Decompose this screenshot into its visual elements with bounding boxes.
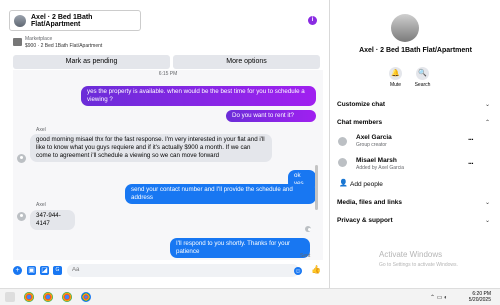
image-icon[interactable]: ▣ bbox=[27, 266, 36, 275]
gif-icon[interactable]: G bbox=[53, 266, 62, 275]
chat-members-header[interactable]: Chat members bbox=[337, 119, 382, 126]
start-icon[interactable] bbox=[5, 292, 15, 302]
add-people-icon[interactable]: 👤 bbox=[339, 179, 348, 187]
add-icon[interactable]: + bbox=[13, 266, 22, 275]
screen: Axel · 2 Bed 1Bath Flat/Apartment i Mark… bbox=[0, 0, 500, 305]
sender-avatar bbox=[17, 154, 26, 163]
mark-as-pending-button[interactable]: Mark as pending bbox=[13, 55, 170, 69]
chevron-down-icon: ⌄ bbox=[484, 218, 490, 224]
sticker-icon[interactable]: ◪ bbox=[40, 266, 49, 275]
emoji-icon[interactable]: ☺ bbox=[294, 267, 302, 275]
message-outgoing: Do you want to rent it? bbox=[226, 110, 316, 122]
message-status: Sent bbox=[300, 253, 311, 259]
privacy-support[interactable]: Privacy & support bbox=[337, 217, 393, 224]
message-outgoing: send your contact number and I'll provid… bbox=[125, 184, 316, 204]
chevron-down-icon: ⌄ bbox=[484, 102, 490, 108]
member-role: Added by Axel Garcia bbox=[356, 165, 405, 171]
member-avatar bbox=[338, 158, 347, 167]
thread-timestamp: 6:15 PM bbox=[158, 71, 178, 77]
sender-name: Axel bbox=[36, 202, 46, 208]
chat-avatar bbox=[14, 14, 26, 27]
message-thread[interactable]: 6:15 PM yes the property is available. w… bbox=[13, 70, 323, 260]
media-files-links[interactable]: Media, files and links bbox=[337, 199, 402, 206]
taskbar: ⌃ ▭ ◐ 6:20 PM 5/20/2025 bbox=[0, 288, 500, 305]
listing-thumbnail bbox=[13, 38, 22, 46]
message-incoming: 347-944-4147 bbox=[30, 210, 75, 230]
message-incoming: good morning misael thx for the fast res… bbox=[30, 134, 272, 162]
conversation-name: Axel · 2 Bed 1Bath Flat/Apartment bbox=[359, 47, 472, 54]
chrome-icon[interactable] bbox=[81, 292, 91, 302]
activate-windows-watermark: Activate Windows Go to Settings to activ… bbox=[379, 250, 458, 270]
member-role: Group creator bbox=[356, 142, 387, 148]
message-outgoing: yes the property is available. when woul… bbox=[81, 86, 316, 106]
search-icon[interactable]: 🔍 bbox=[416, 67, 429, 80]
mute-label: Mute bbox=[389, 82, 402, 88]
chevron-down-icon: ⌄ bbox=[484, 200, 490, 206]
search-label: Search bbox=[414, 82, 431, 88]
sender-name: Axel bbox=[36, 127, 46, 133]
like-icon[interactable]: 👍 bbox=[311, 265, 321, 274]
details-panel: Axel · 2 Bed 1Bath Flat/Apartment 🔔 Mute… bbox=[331, 0, 500, 288]
member-name[interactable]: Axel Garcia bbox=[356, 134, 392, 141]
chat-title: Axel · 2 Bed 1Bath Flat/Apartment bbox=[31, 13, 93, 28]
tray-icons[interactable]: ⌃ ▭ ◐ bbox=[430, 294, 448, 301]
chat-header[interactable]: Axel · 2 Bed 1Bath Flat/Apartment bbox=[9, 10, 141, 31]
add-people[interactable]: Add people bbox=[350, 181, 383, 188]
clock[interactable]: 6:20 PM 5/20/2025 bbox=[469, 291, 491, 303]
message-input[interactable] bbox=[67, 264, 299, 277]
seen-indicator-icon bbox=[305, 226, 311, 232]
more-icon[interactable]: ··· bbox=[468, 135, 474, 144]
chevron-up-icon: ⌃ bbox=[484, 120, 490, 126]
more-options-button[interactable]: More options bbox=[173, 55, 320, 69]
watermark-subtitle: Go to Settings to activate Windows. bbox=[379, 262, 458, 268]
info-icon[interactable]: i bbox=[308, 16, 317, 25]
customize-chat[interactable]: Customize chat bbox=[337, 101, 385, 108]
composer: + ▣ ◪ G ☺ 👍 bbox=[10, 261, 328, 281]
chrome-icon[interactable] bbox=[62, 292, 72, 302]
chat-panel: Axel · 2 Bed 1Bath Flat/Apartment i Mark… bbox=[0, 0, 330, 288]
sender-avatar bbox=[17, 212, 26, 221]
more-icon[interactable]: ··· bbox=[468, 159, 474, 168]
conversation-avatar bbox=[391, 14, 419, 42]
chrome-icon[interactable] bbox=[24, 292, 34, 302]
watermark-title: Activate Windows bbox=[379, 250, 443, 259]
chrome-icon[interactable] bbox=[43, 292, 53, 302]
listing-title: $900 · 2 Bed 1Bath Flat/Apartment bbox=[25, 42, 103, 49]
mute-icon[interactable]: 🔔 bbox=[389, 67, 402, 80]
marketplace-listing[interactable]: Marketplace $900 · 2 Bed 1Bath Flat/Apar… bbox=[13, 36, 102, 49]
member-avatar bbox=[338, 137, 347, 146]
message-outgoing: I'll respond to you shortly. Thanks for … bbox=[170, 238, 310, 258]
clock-date: 5/20/2025 bbox=[468, 297, 491, 303]
thread-scrollbar[interactable] bbox=[315, 165, 318, 210]
member-name[interactable]: Misael Marsh bbox=[356, 157, 397, 164]
